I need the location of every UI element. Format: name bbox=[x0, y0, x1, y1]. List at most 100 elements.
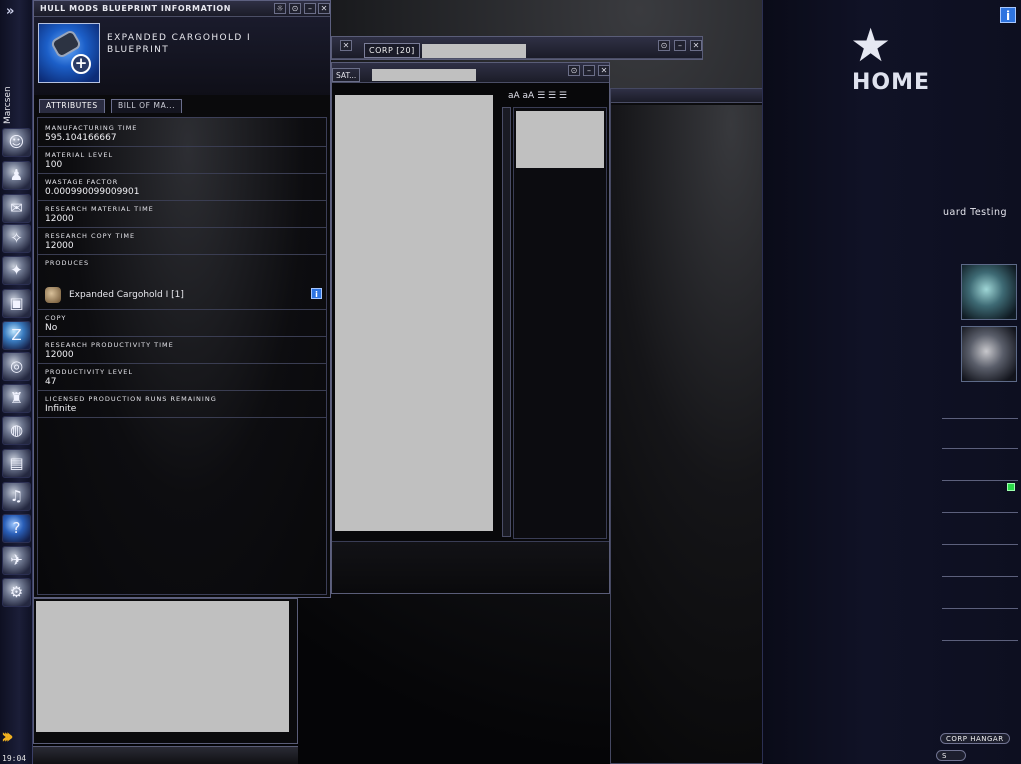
attribute-row: Copy No bbox=[38, 310, 326, 337]
chat-window-titlebar[interactable]: ✕ Corp [20] ⊙ – ✕ bbox=[332, 37, 702, 59]
science-icon[interactable]: Z bbox=[2, 321, 31, 350]
attribute-value: 12000 bbox=[45, 241, 74, 251]
divider bbox=[942, 480, 1018, 481]
member-list bbox=[513, 107, 607, 539]
home-station-label: HOME bbox=[852, 70, 931, 95]
divider bbox=[942, 608, 1018, 609]
journal-icon[interactable]: ▤ bbox=[2, 449, 31, 478]
minimize-icon[interactable]: – bbox=[304, 3, 316, 14]
ships-icon[interactable]: ✈ bbox=[2, 546, 31, 575]
plus-icon: + bbox=[71, 54, 91, 74]
blueprint-window-titlebar[interactable]: Hull Mods Blueprint Information ☼ ⊙ – ✕ bbox=[34, 1, 330, 17]
attribute-label: Research Productivity Time bbox=[45, 341, 174, 349]
chat-input[interactable] bbox=[332, 541, 609, 593]
blueprint-header: + Expanded Cargohold I Blueprint bbox=[34, 17, 330, 95]
station-small-button[interactable]: s bbox=[936, 750, 966, 761]
redacted-region bbox=[36, 601, 289, 732]
settings-icon[interactable]: ⊙ bbox=[658, 40, 670, 51]
info-icon[interactable]: i bbox=[1000, 7, 1016, 23]
attribute-label: Produces bbox=[45, 259, 90, 267]
cargohold-module-icon bbox=[45, 287, 61, 303]
divider bbox=[942, 576, 1018, 577]
bottom-strip bbox=[33, 746, 298, 764]
attribute-row: Manufacturing Time 595.104166667 bbox=[38, 120, 326, 147]
tab-corp[interactable]: Corp [20] bbox=[364, 43, 420, 58]
close-icon[interactable]: ✕ bbox=[340, 40, 352, 51]
attribute-value: No bbox=[45, 323, 58, 333]
redacted-region bbox=[422, 44, 526, 58]
minimize-icon[interactable]: – bbox=[674, 40, 686, 51]
attribute-label: Licensed Production Runs Remaining bbox=[45, 395, 217, 403]
attribute-label: Manufacturing Time bbox=[45, 124, 138, 132]
info-icon[interactable]: i bbox=[311, 288, 322, 299]
blueprint-name: Expanded Cargohold I Blueprint bbox=[107, 33, 252, 55]
chat-scrollbar[interactable] bbox=[502, 107, 511, 537]
help-icon[interactable]: ? bbox=[2, 514, 31, 543]
attribute-row: Licensed Production Runs Remaining Infin… bbox=[38, 391, 326, 418]
attributes-list: Manufacturing Time 595.104166667 Materia… bbox=[37, 117, 327, 595]
minimize-icon[interactable]: – bbox=[583, 65, 595, 76]
tab-attributes[interactable]: Attributes bbox=[39, 99, 105, 113]
attribute-value: 12000 bbox=[45, 350, 74, 360]
close-icon[interactable]: ✕ bbox=[598, 65, 610, 76]
chevron-arrows-icon[interactable]: ››› bbox=[1, 724, 14, 748]
jukebox-icon[interactable]: ◎ bbox=[2, 352, 31, 381]
people-icon[interactable]: ♟ bbox=[2, 161, 31, 190]
attribute-row: Research Copy Time 12000 bbox=[38, 228, 326, 255]
attribute-value: 47 bbox=[45, 377, 57, 387]
tab-bill-of-materials[interactable]: Bill of Ma... bbox=[111, 99, 183, 113]
blueprint-icon[interactable]: + bbox=[38, 23, 100, 83]
tab-sat[interactable]: Sat... bbox=[332, 68, 361, 82]
close-icon[interactable]: ✕ bbox=[690, 40, 702, 51]
attribute-label: Copy bbox=[45, 314, 67, 322]
divider bbox=[942, 512, 1018, 513]
attribute-label: Material Level bbox=[45, 151, 114, 159]
pin-icon[interactable]: ☼ bbox=[274, 3, 286, 14]
chat-window-corp[interactable]: ✕ Corp [20] ⊙ – ✕ bbox=[331, 36, 703, 60]
attribute-label: Research Material Time bbox=[45, 205, 154, 213]
close-icon[interactable]: ✕ bbox=[318, 3, 330, 14]
corp-hangar-button[interactable]: Corp Hangar bbox=[940, 733, 1010, 744]
attribute-label: Wastage Factor bbox=[45, 178, 119, 186]
wallet-icon[interactable]: ✦ bbox=[2, 256, 31, 285]
pilot-name[interactable]: Marcsen bbox=[3, 84, 19, 124]
station-services-panel bbox=[762, 0, 1021, 764]
redacted-member bbox=[516, 111, 604, 168]
station-name-text: uard Testing bbox=[943, 207, 1008, 218]
divider bbox=[942, 448, 1018, 449]
mail-icon[interactable]: ✉ bbox=[2, 194, 31, 223]
attribute-row: Research Material Time 12000 bbox=[38, 201, 326, 228]
assets-icon[interactable]: ▣ bbox=[2, 289, 31, 318]
eve-clock: 19:04 bbox=[2, 754, 27, 763]
service-icon-repair[interactable] bbox=[961, 264, 1017, 320]
corp-logo-star-icon: ★ bbox=[850, 18, 892, 72]
market-icon[interactable]: ◍ bbox=[2, 416, 31, 445]
attribute-value: 12000 bbox=[45, 214, 74, 224]
attribute-label: Productivity Level bbox=[45, 368, 134, 376]
settings-icon[interactable]: ⊙ bbox=[568, 65, 580, 76]
blueprint-info-window[interactable]: Hull Mods Blueprint Information ☼ ⊙ – ✕ … bbox=[33, 0, 331, 598]
character-icon[interactable]: ☺ bbox=[2, 128, 31, 157]
font-size-icon[interactable]: aA aA ☰ ☰ ☰ bbox=[508, 91, 567, 101]
neocom-sidebar: » Marcsen ☺ ♟ ✉ ✧ ✦ ▣ Z ◎ ♜ ◍ ▤ ♫ ? ✈ ⚙ … bbox=[0, 0, 33, 764]
divider bbox=[942, 640, 1018, 641]
map-icon[interactable]: ✧ bbox=[2, 224, 31, 253]
status-indicator bbox=[1007, 483, 1015, 491]
produced-item-row[interactable]: Expanded Cargohold I [1] i bbox=[41, 284, 325, 306]
lower-left-window[interactable] bbox=[33, 598, 298, 744]
chat-window-large-titlebar[interactable]: Sat... ⊙ – ✕ bbox=[332, 63, 610, 83]
attribute-label: Research Copy Time bbox=[45, 232, 136, 240]
settings-icon[interactable]: ⊙ bbox=[289, 3, 301, 14]
redacted-message-area bbox=[335, 95, 493, 531]
attribute-value: Infinite bbox=[45, 404, 77, 414]
chat-window-large[interactable]: Sat... ⊙ – ✕ aA aA ☰ ☰ ☰ bbox=[331, 62, 610, 594]
headset-icon[interactable]: ♫ bbox=[2, 482, 31, 511]
redacted-region bbox=[372, 69, 476, 81]
service-icon-fitting[interactable] bbox=[961, 326, 1017, 382]
attribute-row: Material Level 100 bbox=[38, 147, 326, 174]
attribute-value: 0.000990099009901 bbox=[45, 187, 140, 197]
expand-neocom-icon[interactable]: » bbox=[6, 4, 14, 19]
fitting-icon[interactable]: ♜ bbox=[2, 384, 31, 413]
industry-icon[interactable]: ⚙ bbox=[2, 578, 31, 607]
attribute-value: 100 bbox=[45, 160, 63, 170]
